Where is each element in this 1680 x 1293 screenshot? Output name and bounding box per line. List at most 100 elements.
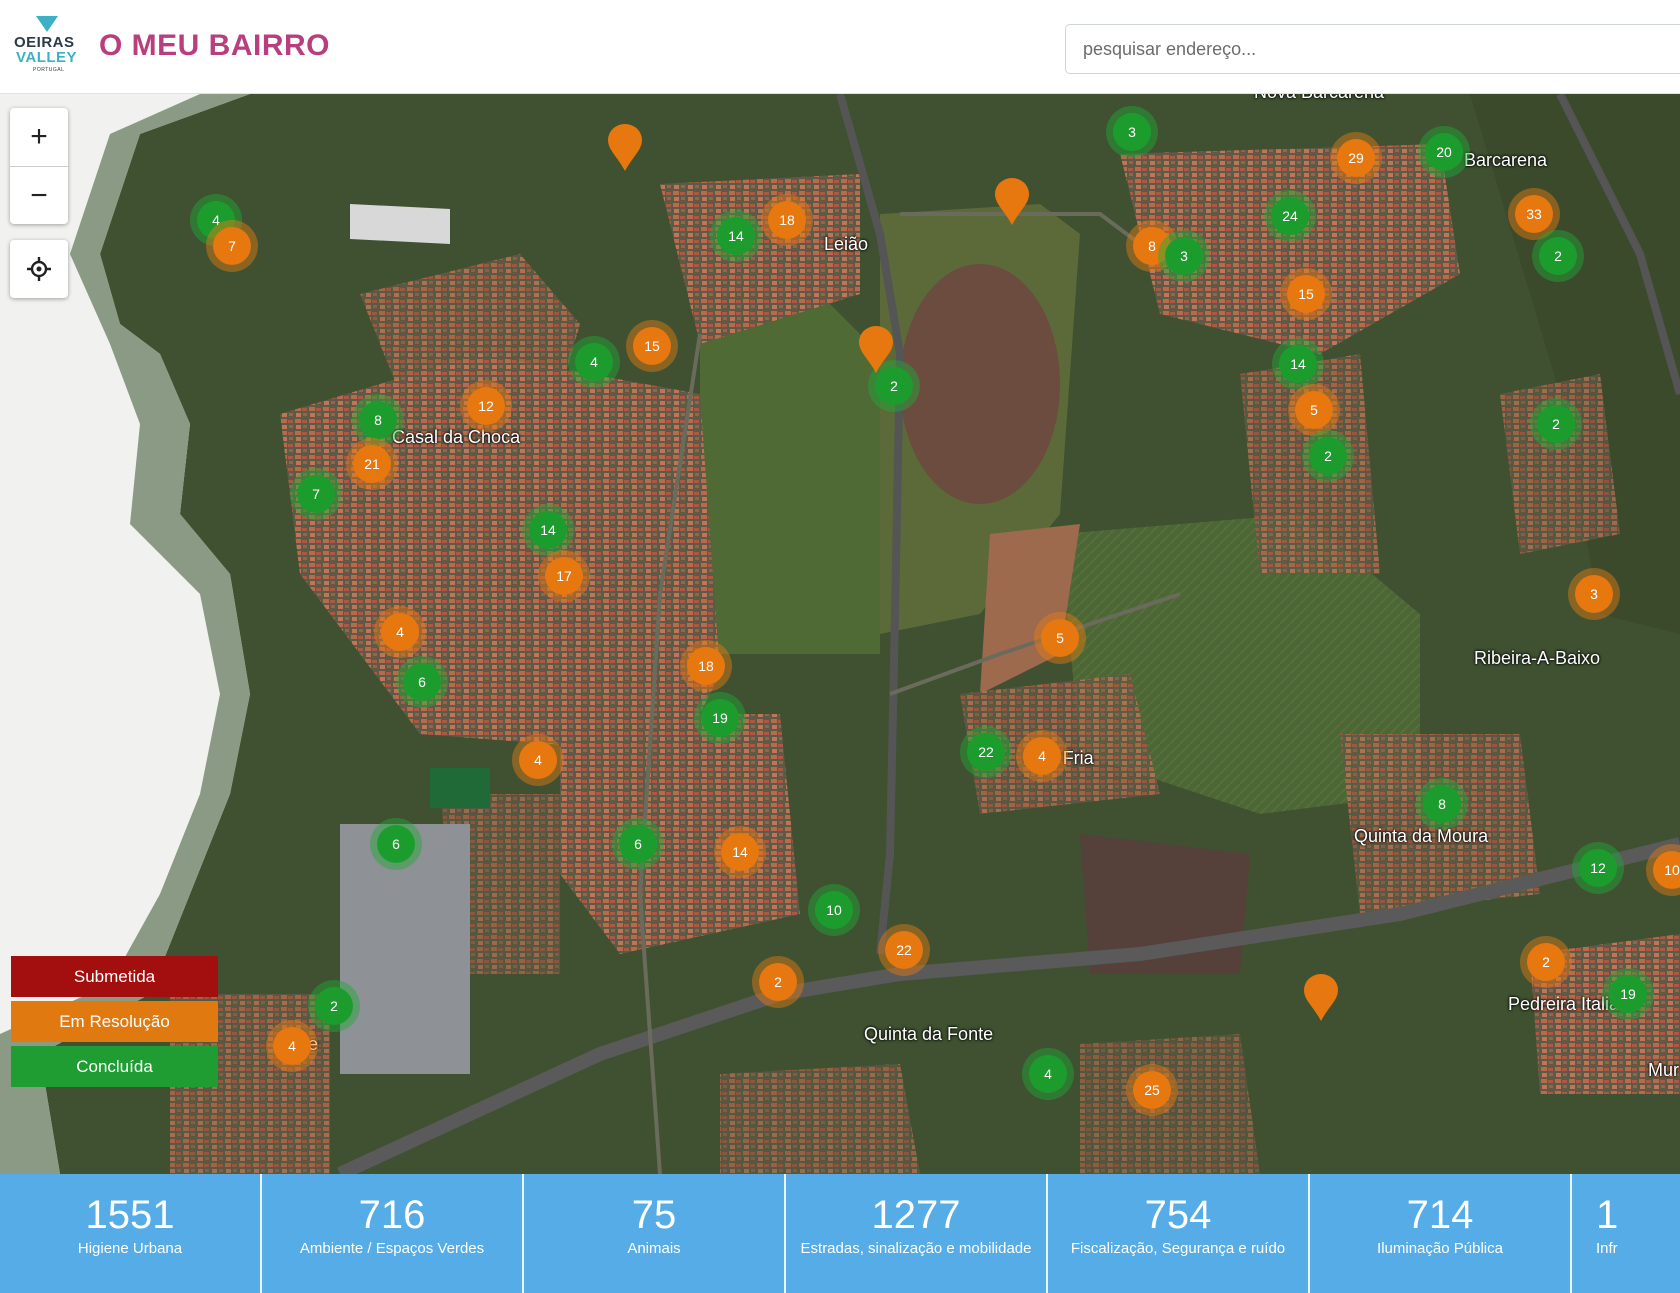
orange-cluster-marker[interactable]: 15 [1280, 268, 1332, 320]
cluster-count: 22 [967, 733, 1005, 771]
stat-value: 1551 [85, 1193, 175, 1237]
locate-button[interactable] [10, 240, 68, 298]
cluster-count: 6 [403, 663, 441, 701]
stat-card[interactable]: 716 Ambiente / Espaços Verdes [262, 1174, 524, 1293]
orange-cluster-marker[interactable]: 17 [538, 550, 590, 602]
orange-cluster-marker[interactable]: 2 [752, 956, 804, 1008]
stat-card[interactable]: 75 Animais [524, 1174, 786, 1293]
green-cluster-marker[interactable]: 10 [808, 884, 860, 936]
cluster-count: 18 [687, 647, 725, 685]
green-cluster-marker[interactable]: 19 [1602, 968, 1654, 1020]
stat-card[interactable]: 1 Infr [1572, 1174, 1680, 1293]
place-label: Quinta da Moura [1354, 826, 1489, 846]
orange-cluster-marker[interactable]: 4 [1016, 730, 1068, 782]
green-cluster-marker[interactable]: 19 [694, 692, 746, 744]
green-cluster-marker[interactable]: 12 [1572, 842, 1624, 894]
green-cluster-marker[interactable]: 8 [1416, 778, 1468, 830]
address-search-input[interactable] [1065, 24, 1680, 74]
green-cluster-marker[interactable]: 6 [396, 656, 448, 708]
cluster-count: 14 [717, 217, 755, 255]
green-cluster-marker[interactable]: 6 [370, 818, 422, 870]
cluster-count: 6 [619, 825, 657, 863]
oeiras-valley-logo[interactable]: OEIRAS VALLEY PORTUGAL [14, 16, 80, 76]
locate-control [10, 240, 68, 298]
cluster-count: 33 [1515, 195, 1553, 233]
cluster-count: 4 [519, 741, 557, 779]
place-label: Ribeira-A-Baixo [1474, 648, 1601, 668]
green-cluster-marker[interactable]: 2 [1302, 430, 1354, 482]
cluster-count: 6 [377, 825, 415, 863]
cluster-count: 17 [545, 557, 583, 595]
place-label: Nova Barcarena [1254, 94, 1384, 103]
orange-cluster-marker[interactable]: 2 [1520, 936, 1572, 988]
cluster-count: 3 [1113, 113, 1151, 151]
cluster-count: 20 [1425, 133, 1463, 171]
green-cluster-marker[interactable]: 4 [568, 336, 620, 388]
cluster-count: 5 [1041, 619, 1079, 657]
green-cluster-marker[interactable]: 2 [1530, 398, 1582, 450]
top-header: OEIRAS VALLEY PORTUGAL O MEU BAIRRO [0, 0, 1680, 94]
orange-cluster-marker[interactable]: 18 [761, 194, 813, 246]
orange-cluster-marker[interactable]: 14 [714, 826, 766, 878]
orange-cluster-marker[interactable]: 22 [878, 924, 930, 976]
orange-cluster-marker[interactable]: 21 [346, 438, 398, 490]
cluster-count: 4 [381, 613, 419, 651]
app-root: OEIRAS VALLEY PORTUGAL O MEU BAIRRO pesq… [0, 0, 1680, 1293]
green-cluster-marker[interactable]: 24 [1264, 190, 1316, 242]
issue-pin-icon[interactable] [858, 326, 894, 374]
legend-concluida[interactable]: Concluída [11, 1046, 218, 1087]
place-label: Casal da Choca [392, 427, 521, 447]
green-cluster-marker[interactable]: 3 [1106, 106, 1158, 158]
green-cluster-marker[interactable]: 2 [1532, 230, 1584, 282]
orange-cluster-marker[interactable]: 29 [1330, 132, 1382, 184]
green-cluster-marker[interactable]: 3 [1158, 230, 1210, 282]
stat-card[interactable]: 1551 Higiene Urbana [0, 1174, 262, 1293]
orange-cluster-marker[interactable]: 25 [1126, 1064, 1178, 1116]
orange-cluster-marker[interactable]: 5 [1288, 384, 1340, 436]
page-title: O MEU BAIRRO [99, 29, 330, 62]
legend-submetida[interactable]: Submetida [11, 956, 218, 997]
orange-cluster-marker[interactable]: 4 [512, 734, 564, 786]
logo-v-icon [36, 16, 58, 32]
orange-cluster-marker[interactable]: 4 [266, 1020, 318, 1072]
stat-value: 714 [1406, 1193, 1474, 1237]
map-view[interactable]: Nova Barcarena Barcarena Leião Casal da … [0, 94, 1680, 1174]
orange-cluster-marker[interactable]: 15 [626, 320, 678, 372]
green-cluster-marker[interactable]: 7 [290, 468, 342, 520]
cluster-count: 8 [359, 401, 397, 439]
orange-cluster-marker[interactable]: 5 [1034, 612, 1086, 664]
stat-card[interactable]: 1277 Estradas, sinalização e mobilidade [786, 1174, 1048, 1293]
orange-cluster-marker[interactable]: 7 [206, 220, 258, 272]
orange-cluster-marker[interactable]: 3 [1568, 568, 1620, 620]
cluster-count: 12 [1579, 849, 1617, 887]
legend-em-resolucao[interactable]: Em Resolução [11, 1001, 218, 1042]
zoom-out-button[interactable]: − [10, 166, 68, 224]
cluster-count: 14 [721, 833, 759, 871]
green-cluster-marker[interactable]: 6 [612, 818, 664, 870]
green-cluster-marker[interactable]: 14 [710, 210, 762, 262]
orange-cluster-marker[interactable]: 12 [460, 380, 512, 432]
cluster-count: 4 [1029, 1055, 1067, 1093]
stat-value: 75 [631, 1193, 677, 1237]
green-cluster-marker[interactable]: 22 [960, 726, 1012, 778]
category-stats-bar: 1551 Higiene Urbana 716 Ambiente / Espaç… [0, 1174, 1680, 1293]
stat-value: 716 [358, 1193, 426, 1237]
cluster-count: 15 [1287, 275, 1325, 313]
crosshair-icon [27, 257, 51, 281]
green-cluster-marker[interactable]: 4 [1022, 1048, 1074, 1100]
issue-pin-icon[interactable] [1303, 974, 1339, 1022]
logo-line-3: PORTUGAL [33, 67, 65, 73]
zoom-in-button[interactable]: + [10, 108, 68, 166]
issue-pin-icon[interactable] [607, 124, 643, 172]
stat-card[interactable]: 714 Iluminação Pública [1310, 1174, 1572, 1293]
green-cluster-marker[interactable]: 14 [522, 504, 574, 556]
stat-label: Estradas, sinalização e mobilidade [800, 1240, 1032, 1257]
green-cluster-marker[interactable]: 2 [308, 980, 360, 1032]
orange-cluster-marker[interactable]: 18 [680, 640, 732, 692]
green-cluster-marker[interactable]: 20 [1418, 126, 1470, 178]
cluster-count: 22 [885, 931, 923, 969]
green-cluster-marker[interactable]: 14 [1272, 338, 1324, 390]
issue-pin-icon[interactable] [994, 178, 1030, 226]
stat-card[interactable]: 754 Fiscalização, Segurança e ruído [1048, 1174, 1310, 1293]
orange-cluster-marker[interactable]: 4 [374, 606, 426, 658]
